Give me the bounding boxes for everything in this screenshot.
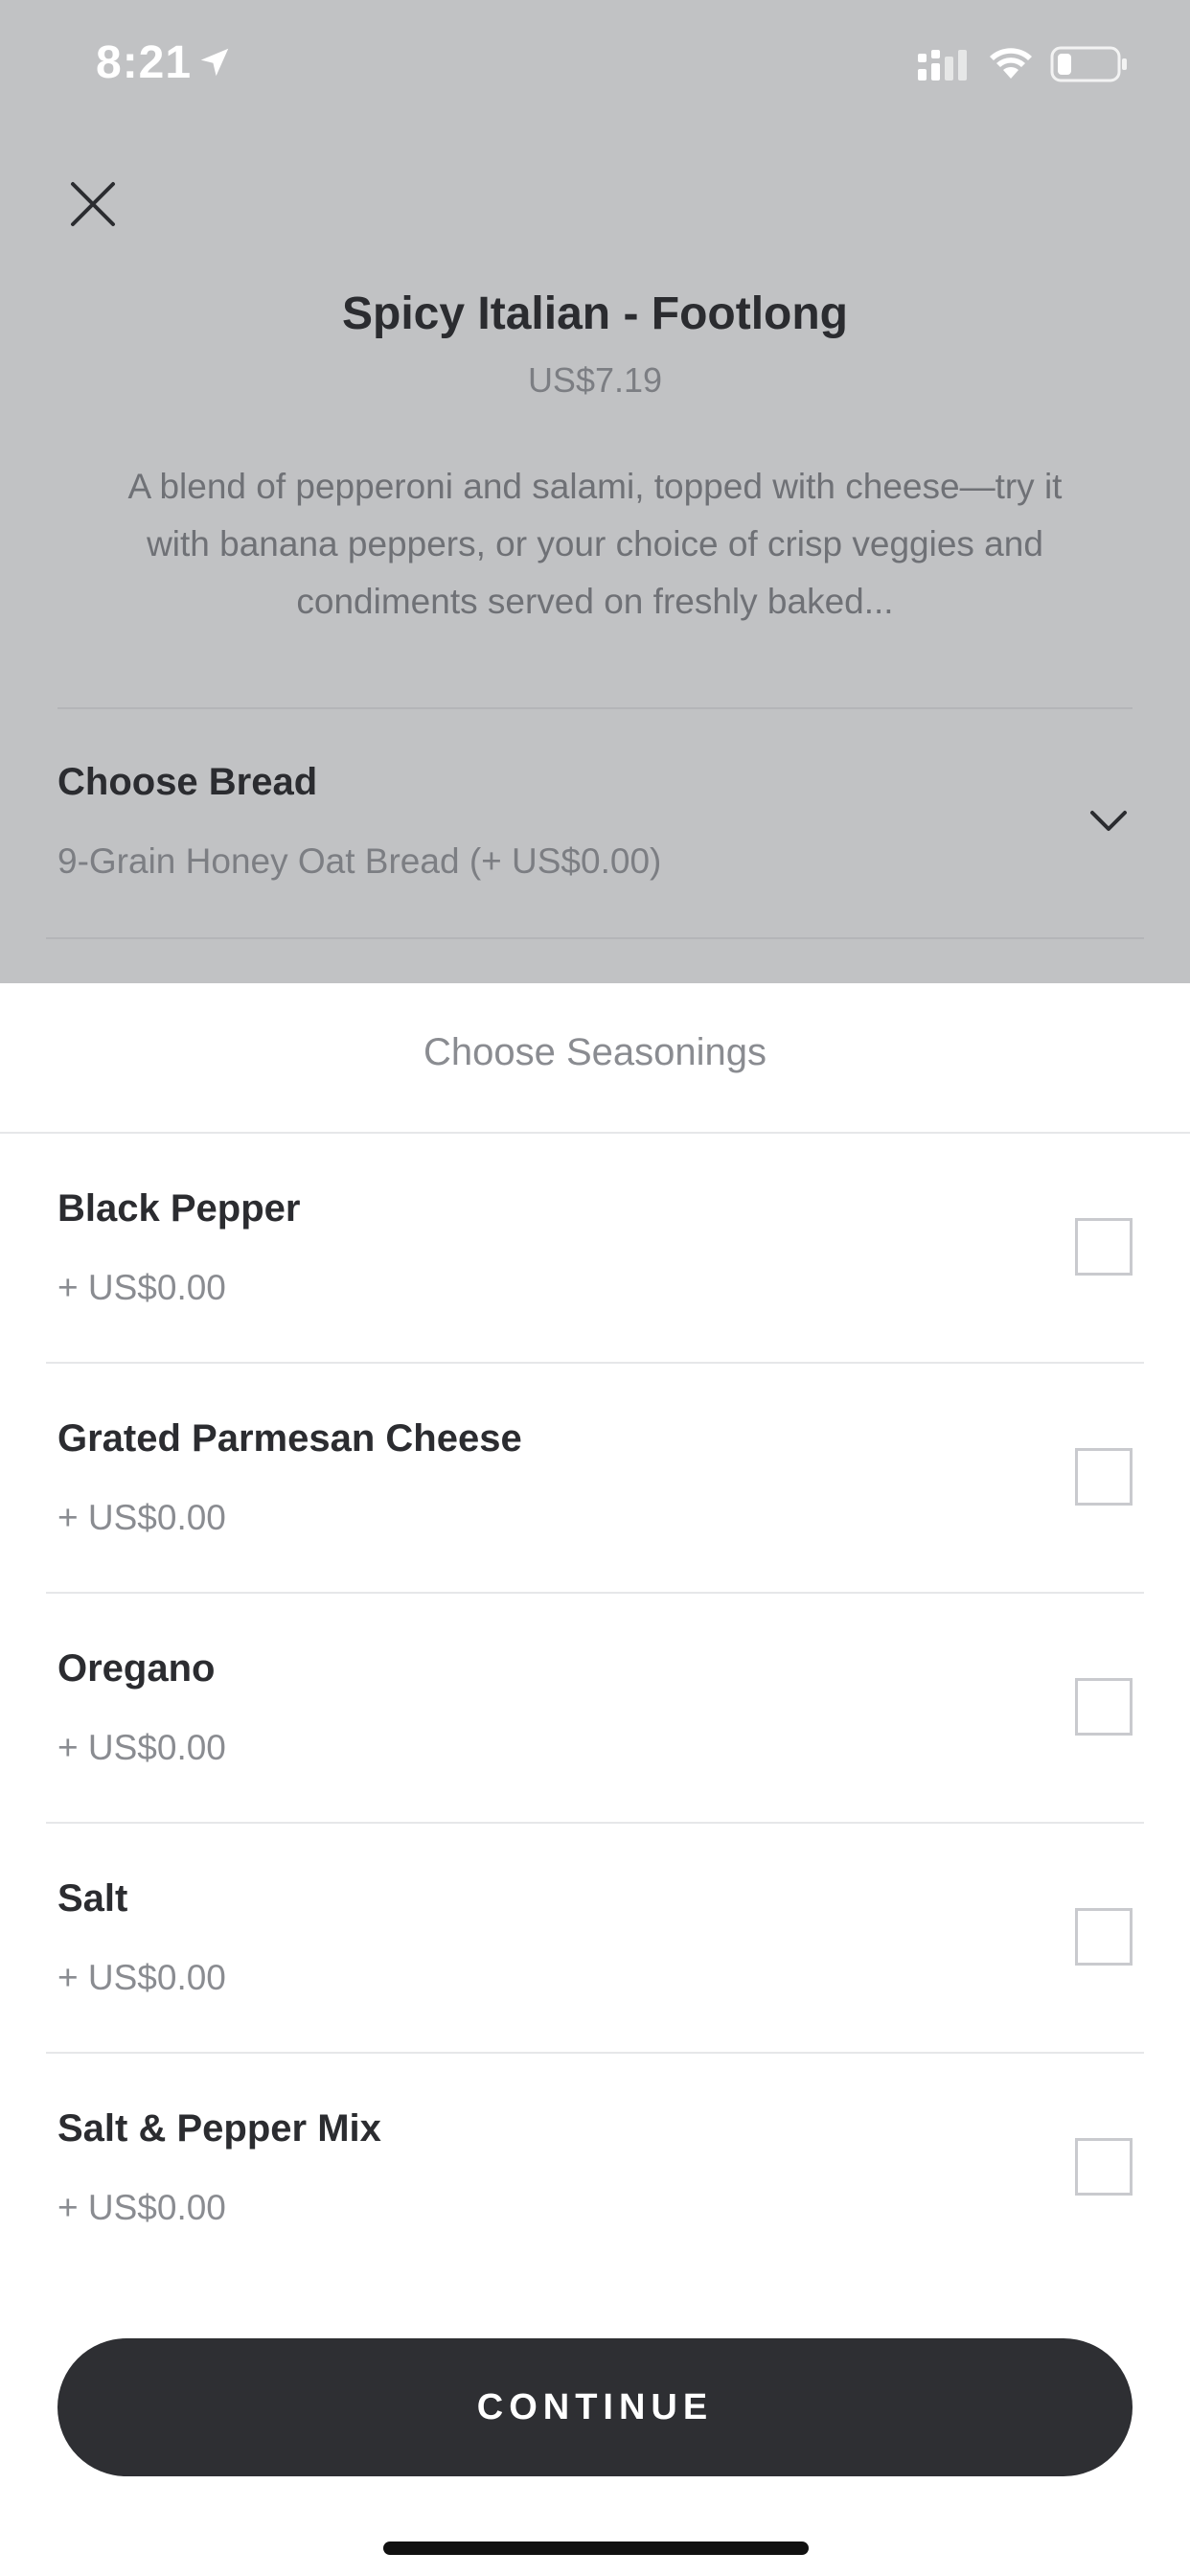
item-price: US$7.19 (527, 360, 663, 400)
choose-bread-label: Choose Bread (57, 761, 318, 803)
bread-selected-value: 9-Grain Honey Oat Bread (+ US$0.00) (57, 841, 662, 881)
signal-icon (918, 50, 967, 80)
option-price: + US$0.00 (57, 1498, 226, 1537)
option-checkbox[interactable] (1075, 1218, 1133, 1276)
option-name: Salt (57, 1877, 128, 1920)
option-name: Black Pepper (57, 1187, 301, 1230)
option-checkbox[interactable] (1075, 1678, 1133, 1736)
divider (46, 937, 1144, 939)
seasoning-option-salt-pepper-mix[interactable]: Salt & Pepper Mix + US$0.00 (0, 2054, 1190, 2284)
status-time: 8:21 (96, 37, 193, 88)
item-title: Spicy Italian - Footlong (342, 288, 848, 339)
sheet-title: Choose Seasonings (423, 1031, 767, 1073)
status-bar: 8:21 (0, 0, 1190, 125)
seasonings-sheet: Choose Seasonings Black Pepper + US$0.00… (0, 983, 1190, 2576)
option-name: Oregano (57, 1647, 216, 1690)
option-name: Grated Parmesan Cheese (57, 1417, 522, 1460)
home-indicator (383, 2542, 809, 2555)
wifi-icon (990, 48, 1032, 79)
divider (57, 707, 1133, 709)
seasoning-option-black-pepper[interactable]: Black Pepper + US$0.00 (0, 1134, 1190, 1364)
seasoning-option-grated-parmesan-cheese[interactable]: Grated Parmesan Cheese + US$0.00 (0, 1364, 1190, 1594)
option-checkbox[interactable] (1075, 1908, 1133, 1966)
option-checkbox[interactable] (1075, 1448, 1133, 1506)
bread-expand-button[interactable] (1083, 795, 1134, 847)
option-price: + US$0.00 (57, 2188, 226, 2227)
battery-icon (1050, 46, 1127, 82)
chevron-down-icon (1090, 811, 1127, 831)
continue-button[interactable]: CONTINUE (57, 2338, 1133, 2476)
seasoning-option-salt[interactable]: Salt + US$0.00 (0, 1824, 1190, 2054)
option-name: Salt & Pepper Mix (57, 2107, 381, 2150)
location-arrow-icon (200, 48, 229, 77)
option-checkbox[interactable] (1075, 2138, 1133, 2196)
seasoning-options-list: Black Pepper + US$0.00 Grated Parmesan C… (0, 1134, 1190, 2284)
item-description: A blend of pepperoni and salami, topped … (127, 467, 1063, 621)
close-icon (71, 182, 115, 226)
seasoning-option-oregano[interactable]: Oregano + US$0.00 (0, 1594, 1190, 1824)
option-price: + US$0.00 (57, 1268, 226, 1307)
background-page: 8:21 Spicy Italian - Footlong US$7.19 A … (0, 0, 1190, 983)
option-price: + US$0.00 (57, 1958, 226, 1997)
close-button[interactable] (57, 169, 128, 240)
option-price: + US$0.00 (57, 1728, 226, 1767)
